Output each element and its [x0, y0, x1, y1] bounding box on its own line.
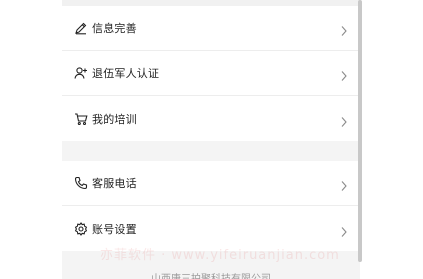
menu-item-label: 我的培训: [92, 112, 137, 126]
profile-menu-panel: 信息完善 退伍军人认证 我的培训 客服电话 账号设置: [62, 0, 360, 279]
scrollbar[interactable]: [358, 0, 362, 262]
menu-item-label: 客服电话: [92, 177, 137, 190]
chevron-right-icon: [340, 67, 348, 81]
menu-item-veteran-certification[interactable]: 退伍军人认证: [62, 51, 360, 96]
menu-group-primary: 信息完善 退伍军人认证 我的培训: [62, 6, 360, 141]
chevron-right-icon: [340, 22, 348, 36]
chevron-right-icon: [340, 113, 348, 127]
user-add-icon: [74, 66, 88, 80]
menu-item-my-training[interactable]: 我的培训: [62, 96, 360, 141]
menu-item-customer-service-phone[interactable]: 客服电话: [62, 161, 360, 206]
menu-item-label: 信息完善: [92, 22, 137, 35]
edit-icon: [74, 21, 88, 35]
phone-icon: [74, 176, 88, 190]
menu-group-secondary: 客服电话 账号设置: [62, 161, 360, 251]
cart-icon: [74, 112, 88, 126]
chevron-right-icon: [340, 177, 348, 191]
settings-icon: [74, 221, 88, 236]
menu-item-account-settings[interactable]: 账号设置: [62, 206, 360, 251]
menu-item-info-complete[interactable]: 信息完善: [62, 6, 360, 51]
menu-item-label: 退伍军人认证: [92, 67, 160, 80]
company-footer: 山西唐三拍聚科技有限公司: [62, 270, 360, 279]
screen: 信息完善 退伍军人认证 我的培训 客服电话 账号设置: [0, 0, 423, 279]
menu-item-label: 账号设置: [92, 222, 137, 236]
chevron-right-icon: [340, 223, 348, 237]
